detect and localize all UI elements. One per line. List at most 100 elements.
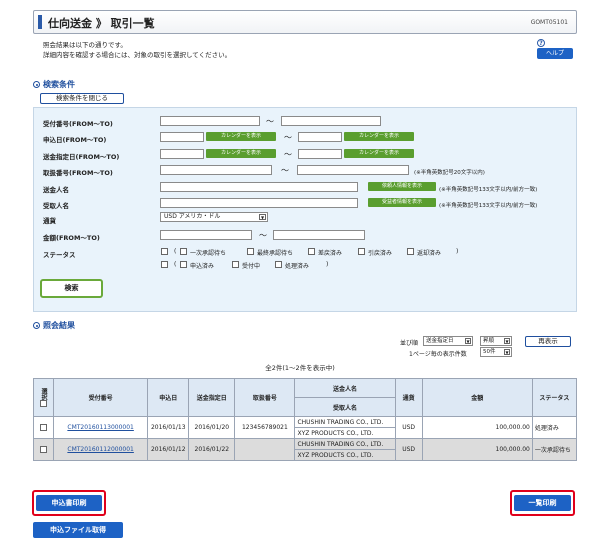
label-trade-no: 取扱番号(FROM〜TO) [43, 169, 113, 177]
row-checkbox[interactable] [40, 424, 48, 431]
beneficiary-info-button[interactable]: 受益者情報を表示 [368, 198, 436, 207]
row-checkbox[interactable] [40, 446, 48, 453]
calendar-button[interactable]: カレンダーを表示 [344, 149, 414, 158]
currency-cell: USD [394, 416, 423, 439]
redisplay-button[interactable]: 再表示 [525, 336, 571, 347]
section-icon [33, 81, 40, 88]
label-ref-no: 受付番号(FROM〜TO) [43, 120, 113, 128]
apply-date-from-input[interactable] [160, 132, 204, 142]
send-date-cell: 2016/01/22 [188, 438, 236, 461]
table-row[interactable]: CMT20160112000001 2016/01/12 2016/01/22 … [32, 438, 578, 461]
trade-no-to-input[interactable] [297, 165, 409, 175]
header-select: 選択 [32, 378, 55, 417]
ref-no-link[interactable]: CMT20160112000001 [53, 438, 149, 461]
title-accent [38, 15, 42, 29]
status-all-open-checkbox-2[interactable] [161, 261, 168, 268]
header-remitter: 送金人名 [294, 378, 396, 398]
page-title-bar: 仕向送金 》 取引一覧 GOMT05101 [33, 10, 577, 34]
results-table: 選択 受付番号 申込日 送金指定日 取扱番号 送金人名 通貨 金額 ステータス … [32, 378, 578, 461]
calendar-button[interactable]: カレンダーを表示 [206, 132, 276, 141]
result-count: 全2件(1〜2件を表示中) [265, 364, 335, 372]
status-checkbox-2[interactable] [247, 248, 254, 255]
header-beneficiary: 受取人名 [294, 397, 396, 417]
remitter-info-button[interactable]: 依頼人情報を表示 [368, 182, 436, 191]
header-select-label: 選択 [40, 388, 48, 400]
status-checkbox-5[interactable] [407, 248, 414, 255]
section-icon [33, 322, 40, 329]
get-application-file-button[interactable]: 申込ファイル取得 [33, 522, 123, 538]
header-send-date: 送金指定日 [188, 378, 236, 417]
table-row[interactable]: CMT20160113000001 2016/01/13 2016/01/20 … [32, 416, 578, 439]
name-note: (※半角英数記号133文字以内/前方一致) [439, 187, 538, 193]
row-select-cell [32, 438, 55, 461]
order-select[interactable]: 昇順 ▼ [480, 336, 512, 346]
amount-cell: 100,000.00 [421, 438, 533, 461]
tilde: 〜 [281, 166, 289, 175]
search-button[interactable]: 検索 [40, 279, 103, 298]
tilde: 〜 [284, 133, 292, 142]
beneficiary-cell: XYZ PRODUCTS CO., LTD. [294, 449, 396, 461]
paren: ( [174, 248, 177, 255]
ref-no-to-input[interactable] [281, 116, 381, 126]
help-label: ヘルプ [537, 48, 573, 59]
close-search-button[interactable]: 検索条件を閉じる [40, 93, 124, 104]
header-apply-date: 申込日 [147, 378, 190, 417]
header-ref-no: 受付番号 [53, 378, 149, 417]
intro-line-1: 照会結果は以下の通りです。 [43, 41, 127, 49]
label-apply-date: 申込日(FROM〜TO) [43, 136, 107, 144]
remitter-input[interactable] [160, 182, 358, 192]
status-checkbox-7[interactable] [232, 261, 239, 268]
status-all-open-checkbox[interactable] [161, 248, 168, 255]
status-label-7: 受付中 [242, 263, 261, 270]
header-currency: 通貨 [394, 378, 423, 417]
list-print-button[interactable]: 一覧印刷 [514, 495, 571, 511]
help-button[interactable]: ? ヘルプ [537, 39, 573, 59]
status-checkbox-8[interactable] [275, 261, 282, 268]
calendar-button[interactable]: カレンダーを表示 [344, 132, 414, 141]
amount-cell: 100,000.00 [421, 416, 533, 439]
beneficiary-input[interactable] [160, 198, 358, 208]
send-date-cell: 2016/01/20 [188, 416, 236, 439]
status-cell: 処理済み [531, 416, 578, 439]
status-label-4: 引戻済み [368, 250, 393, 257]
remitter-cell: CHUSHIN TRADING CO., LTD. [294, 438, 396, 450]
select-all-checkbox[interactable] [40, 400, 48, 407]
search-heading: 検索条件 [33, 79, 75, 90]
trade-no-cell: 123456789021 [234, 416, 296, 439]
chevron-down-icon: ▼ [259, 214, 266, 220]
screen-code: GOMT05101 [530, 19, 568, 26]
intro-line-2: 詳細内容を確認する場合には、対象の取引を選択してください。 [43, 51, 232, 59]
send-date-from-input[interactable] [160, 149, 204, 159]
print-application-button[interactable]: 申込書印刷 [36, 495, 102, 511]
status-checkbox-3[interactable] [308, 248, 315, 255]
chevron-down-icon: ▼ [504, 338, 510, 344]
tilde: 〜 [284, 150, 292, 159]
amount-to-input[interactable] [273, 230, 365, 240]
per-page-select[interactable]: 50件 ▼ [480, 347, 512, 357]
apply-date-to-input[interactable] [298, 132, 342, 142]
apply-date-cell: 2016/01/13 [147, 416, 190, 439]
trade-no-from-input[interactable] [160, 165, 272, 175]
intro-text: 照会結果は以下の通りです。 詳細内容を確認する場合には、対象の取引を選択してくだ… [43, 40, 231, 60]
status-checkbox-4[interactable] [358, 248, 365, 255]
ref-no-from-input[interactable] [160, 116, 260, 126]
calendar-button[interactable]: カレンダーを表示 [206, 149, 276, 158]
beneficiary-cell: XYZ PRODUCTS CO., LTD. [294, 427, 396, 439]
paren: ) [456, 248, 459, 255]
label-beneficiary: 受取人名 [43, 202, 69, 210]
status-checkbox-1[interactable] [180, 248, 187, 255]
currency-select[interactable]: USD アメリカ・ドル ▼ [160, 212, 268, 222]
results-heading: 照会結果 [33, 320, 75, 331]
trade-note: (※半角英数記号20文字以内) [414, 170, 485, 176]
paren: ( [174, 261, 177, 268]
send-date-to-input[interactable] [298, 149, 342, 159]
apply-date-cell: 2016/01/12 [147, 438, 190, 461]
sort-select[interactable]: 送金指定日 ▼ [423, 336, 473, 346]
status-label-2: 最終承認待ち [257, 250, 294, 257]
status-label-6: 申込済み [190, 263, 215, 270]
amount-from-input[interactable] [160, 230, 252, 240]
status-checkbox-6[interactable] [180, 261, 187, 268]
question-icon: ? [537, 39, 545, 47]
ref-no-link[interactable]: CMT20160113000001 [53, 416, 149, 439]
per-page-label: 1ページ毎の表示件数 [409, 351, 467, 358]
